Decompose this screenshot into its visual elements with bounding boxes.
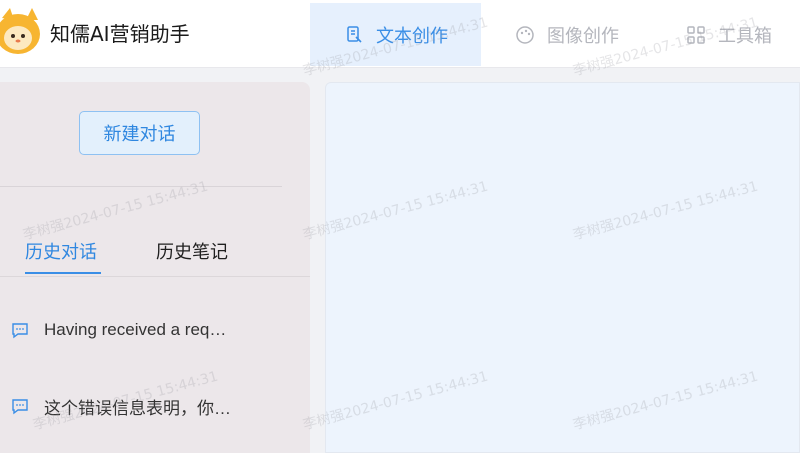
divider (0, 186, 282, 187)
tab-label: 工具箱 (718, 25, 772, 47)
conversation-title: Having received a req… (44, 320, 227, 339)
conversation-item[interactable]: 这个错误信息表明，你… (10, 391, 280, 421)
tab-history-chats[interactable]: 历史对话 (25, 238, 97, 264)
tab-image-creation[interactable]: 图像创作 (481, 3, 651, 66)
chat-icon (10, 320, 30, 340)
tab-label: 文本创作 (376, 25, 448, 47)
tab-history-notes[interactable]: 历史笔记 (156, 238, 228, 264)
document-icon (344, 25, 364, 45)
tab-label: 图像创作 (547, 25, 619, 47)
main-content (325, 82, 800, 453)
app-logo (0, 4, 44, 56)
active-tab-indicator (25, 272, 101, 274)
grid-icon (686, 25, 706, 45)
new-chat-button[interactable]: 新建对话 (79, 111, 200, 155)
app-title: 知儒AI营销助手 (50, 22, 190, 46)
tab-text-creation[interactable]: 文本创作 (310, 3, 481, 66)
tab-toolbox[interactable]: 工具箱 (651, 3, 800, 66)
sidebar: 新建对话 历史对话 历史笔记 Having received a req… 这个… (0, 82, 310, 453)
divider (0, 276, 310, 277)
chat-icon (10, 396, 30, 416)
conversation-item[interactable]: Having received a req… (10, 315, 280, 345)
conversation-title: 这个错误信息表明，你… (44, 398, 231, 418)
top-header: 知儒AI营销助手 文本创作 图像创作 工具箱 (0, 0, 800, 68)
palette-icon (515, 25, 535, 45)
